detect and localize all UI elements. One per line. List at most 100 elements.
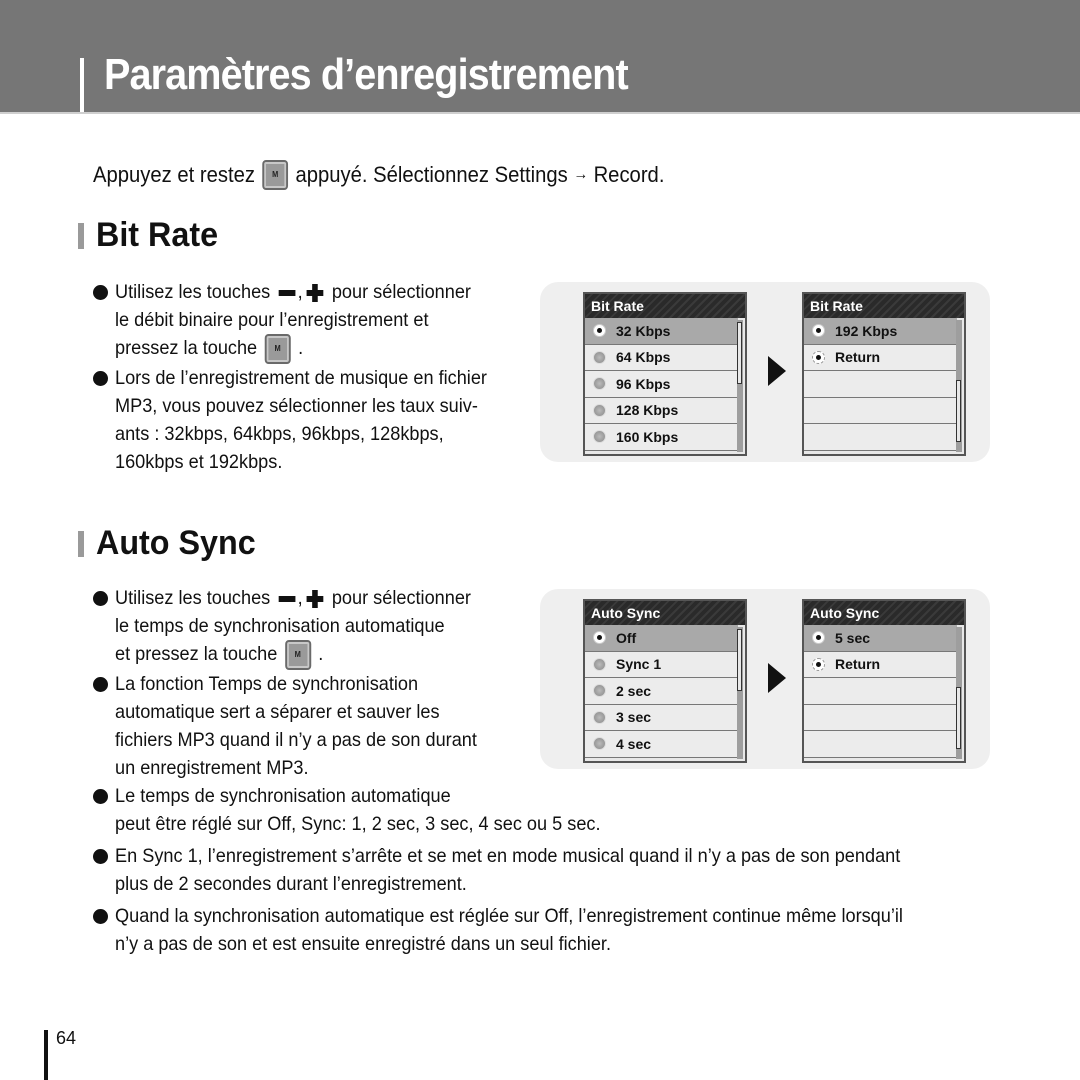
bullet-dot-icon (93, 371, 108, 386)
bullet-item: Lors de l’enregistrement de musique en f… (93, 364, 515, 476)
menu-item[interactable]: 160 Kbps (585, 424, 738, 451)
page-header: Paramètres d’enregistrement (0, 0, 1080, 114)
empty-row (804, 424, 957, 451)
menu-item[interactable]: Return (804, 651, 957, 678)
scrollbar-thumb[interactable] (737, 629, 742, 691)
m-button-icon: M (262, 160, 289, 190)
radio-icon (812, 324, 825, 338)
bullet-text: Utilisez les touches (115, 587, 271, 609)
menu-item-label: 2 sec (616, 682, 652, 699)
bullet-dot-icon (93, 909, 108, 924)
bullet-text: pour sélectionner (331, 281, 471, 303)
bullet-line: Le temps de synchronisation automatique (115, 785, 451, 807)
menu-item[interactable]: 3 sec (585, 704, 738, 731)
menu-item[interactable]: 2 sec (585, 678, 738, 705)
menu-item-label: 128 Kbps (616, 402, 679, 419)
menu-item-label: 192 Kbps (835, 322, 898, 339)
scrollbar-thumb[interactable] (956, 687, 961, 749)
menu-item[interactable]: 192 Kbps (804, 318, 957, 345)
bullet-line: Lors de l’enregistrement de musique en f… (115, 367, 487, 389)
bullet-line: 160kbps et 192kbps. (115, 451, 283, 473)
plus-key-icon (306, 589, 324, 608)
bit-rate-screen-2: Bit Rate 192 Kbps Return (802, 292, 966, 456)
scrollbar-thumb[interactable] (956, 380, 961, 442)
menu-item-label: Return (835, 349, 881, 366)
bullet-line: Quand la synchronisation automatique est… (115, 905, 903, 927)
bullet-line: Utilisez les touches , pour sélectionner (115, 281, 471, 303)
bullet-line: MP3, vous pouvez sélectionner les taux s… (115, 395, 478, 417)
menu-item-label: Off (616, 629, 637, 646)
menu-item[interactable]: 96 Kbps (585, 371, 738, 398)
arrow-right-icon: → (573, 166, 589, 183)
m-button-icon: M (284, 640, 311, 670)
menu-item-label: 96 Kbps (616, 375, 671, 392)
bullet-dot-icon (93, 849, 108, 864)
menu-item-label: 3 sec (616, 709, 652, 726)
bullet-text: pressez la touche (115, 337, 258, 360)
radio-icon (593, 430, 606, 444)
bullet-dot-icon (93, 591, 108, 606)
bit-rate-screens-panel: Bit Rate 32 Kbps 64 Kbps 96 Kbps 128 Kbps 160… (540, 282, 990, 462)
page-title: Paramètres d’enregistrement (104, 50, 629, 99)
bullet-line: plus de 2 secondes durant l’enregistreme… (115, 873, 467, 895)
bit-rate-screen-1: Bit Rate 32 Kbps 64 Kbps 96 Kbps 128 Kbps 160… (583, 292, 747, 456)
radio-icon (593, 377, 606, 391)
next-arrow-icon (768, 356, 786, 386)
header-accent-bar (80, 58, 84, 112)
bullet-item: Utilisez les touches , pour sélectionner… (93, 278, 515, 364)
bullet-item: En Sync 1, l’enregistrement s’arrête et … (93, 842, 962, 898)
bullet-line: n’y a pas de son et est ensuite enregist… (115, 933, 611, 955)
empty-row (804, 678, 957, 705)
scrollbar-thumb[interactable] (737, 322, 742, 384)
bullet-dot-icon (93, 677, 108, 692)
radio-icon (593, 350, 606, 364)
menu-item[interactable]: Off (585, 625, 738, 652)
minus-key-icon (278, 289, 296, 296)
menu-item[interactable]: 32 Kbps (585, 318, 738, 345)
menu-item-label: 160 Kbps (616, 428, 679, 445)
radio-icon (593, 737, 606, 751)
next-arrow-icon (768, 663, 786, 693)
bit-rate-bullets: Utilisez les touches , pour sélectionner… (93, 278, 515, 476)
bullet-text: . (298, 337, 304, 360)
bullet-text: Utilisez les touches (115, 281, 271, 303)
plus-key-icon (306, 283, 324, 302)
radio-icon (812, 631, 825, 645)
return-icon (812, 657, 825, 671)
menu-item[interactable]: 5 sec (804, 625, 957, 652)
empty-row (804, 731, 957, 758)
radio-icon (593, 403, 606, 417)
auto-sync-screen-2: Auto Sync 5 sec Return (802, 599, 966, 763)
radio-icon (593, 684, 606, 698)
bullet-dot-icon (93, 789, 108, 804)
bullet-text: et pressez la touche (115, 643, 278, 666)
empty-row (804, 704, 957, 731)
section-title-text: Auto Sync (96, 524, 256, 562)
menu-item[interactable]: Return (804, 344, 957, 371)
intro-text-before: Appuyez et restez (93, 162, 256, 187)
menu-item-label: 64 Kbps (616, 349, 671, 366)
radio-icon (593, 631, 606, 645)
screen-title: Auto Sync (804, 601, 964, 625)
bullet-text: . (318, 643, 324, 666)
bullet-line: ants : 32kbps, 64kbps, 96kbps, 128kbps, (115, 423, 444, 445)
menu-item[interactable]: Sync 1 (585, 651, 738, 678)
bullet-item: Quand la synchronisation automatique est… (93, 902, 962, 958)
empty-row (804, 397, 957, 424)
screen-title: Auto Sync (585, 601, 745, 625)
menu-item[interactable]: 4 sec (585, 731, 738, 758)
menu-item-label: Sync 1 (616, 656, 662, 673)
menu-item[interactable]: 64 Kbps (585, 344, 738, 371)
intro-text-after: appuyé. Sélectionnez Settings (295, 162, 568, 187)
bullet-item: Le temps de synchronisation automatique … (93, 782, 962, 838)
return-icon (812, 350, 825, 364)
radio-icon (593, 657, 606, 671)
menu-item-label: 5 sec (835, 629, 871, 646)
screen-title: Bit Rate (585, 294, 745, 318)
footer-accent-bar (44, 1030, 48, 1080)
section-title-auto-sync: Auto Sync (78, 524, 264, 563)
menu-item[interactable]: 128 Kbps (585, 397, 738, 424)
radio-icon (593, 324, 606, 338)
menu-item-label: 32 Kbps (616, 322, 671, 339)
bullet-line: le débit binaire pour l’enregistrement e… (115, 309, 429, 331)
